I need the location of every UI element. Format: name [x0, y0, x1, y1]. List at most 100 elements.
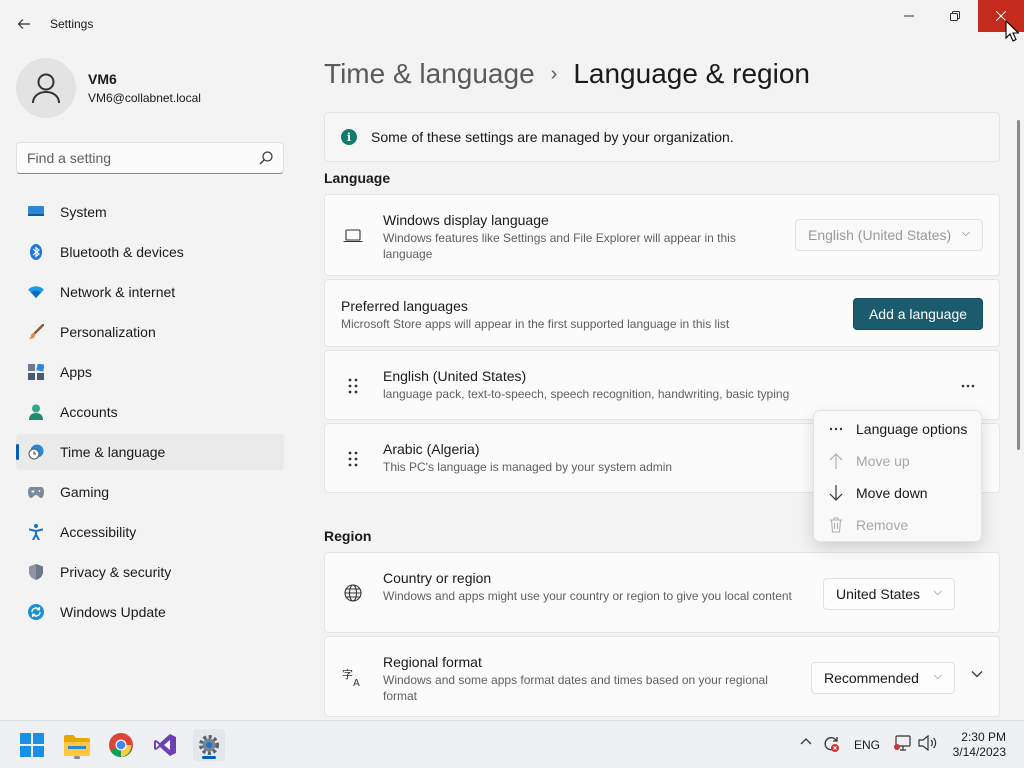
brush-icon [28, 324, 44, 340]
chevron-up-icon [800, 738, 812, 745]
taskbar-visual-studio[interactable] [149, 729, 181, 761]
sidebar-item-label: Time & language [60, 444, 166, 460]
search-box[interactable] [16, 142, 284, 174]
sidebar-item-label: Personalization [60, 324, 156, 340]
trash-icon [826, 517, 846, 533]
language-format-icon: 字A [341, 665, 365, 689]
sidebar-item-apps[interactable]: Apps [16, 354, 284, 390]
person-icon [32, 73, 60, 104]
taskbar: ENG 2:30 PM 3/14/2023 [0, 720, 1024, 768]
menu-item-label: Language options [856, 421, 968, 437]
system-clock[interactable]: 2:30 PM 3/14/2023 [953, 730, 1006, 760]
restore-button[interactable] [932, 0, 978, 32]
sync-status-icon[interactable] [822, 735, 840, 753]
preferred-languages-title: Preferred languages [341, 298, 468, 314]
sidebar-item-label: Network & internet [60, 284, 176, 300]
start-button[interactable] [16, 729, 48, 761]
sidebar-item-network[interactable]: Network & internet [16, 274, 284, 310]
regional-format-value: Recommended [824, 670, 919, 686]
sidebar-item-label: Apps [60, 364, 92, 380]
country-region-dropdown[interactable]: United States ⌵ [823, 578, 955, 610]
chevron-down-icon: ⌵ [933, 670, 942, 682]
bluetooth-icon [28, 244, 44, 260]
taskbar-chrome[interactable] [105, 729, 137, 761]
sidebar-item-accounts[interactable]: Accounts [16, 394, 284, 430]
sidebar-item-windows-update[interactable]: Windows Update [16, 594, 284, 630]
taskbar-settings[interactable] [193, 729, 225, 761]
regional-format-dropdown[interactable]: Recommended ⌵ [811, 662, 955, 694]
language-name: English (United States) [383, 368, 527, 384]
visual-studio-icon [154, 734, 176, 756]
folder-icon [64, 735, 90, 756]
network-icon[interactable] [894, 735, 912, 751]
search-icon[interactable] [259, 151, 273, 165]
running-indicator [74, 756, 80, 759]
restore-icon [950, 11, 960, 21]
sidebar-item-personalization[interactable]: Personalization [16, 314, 284, 350]
active-indicator [202, 756, 216, 759]
volume-icon[interactable] [918, 735, 938, 751]
regional-format-title: Regional format [383, 654, 482, 670]
sidebar-item-label: System [60, 204, 107, 220]
sidebar-item-system[interactable]: System [16, 194, 284, 230]
sidebar-item-bluetooth[interactable]: Bluetooth & devices [16, 234, 284, 270]
regional-format-desc: Windows and some apps format dates and t… [383, 673, 768, 703]
svg-text:A: A [353, 678, 360, 687]
managed-info-bar: i Some of these settings are managed by … [324, 112, 1000, 162]
menu-item-label: Move down [856, 485, 928, 501]
menu-item-label: Move up [856, 453, 910, 469]
menu-item-move-up[interactable]: Move up [814, 445, 981, 477]
display-language-title: Windows display language [383, 212, 549, 228]
menu-item-remove[interactable]: Remove [814, 509, 981, 541]
laptop-icon [341, 224, 365, 248]
clock-globe-icon [28, 444, 44, 460]
breadcrumb: Time & language › Language & region [324, 58, 810, 90]
expand-chevron-icon[interactable] [971, 667, 983, 681]
menu-item-language-options[interactable]: Language options [814, 413, 981, 445]
taskbar-file-explorer[interactable] [61, 729, 93, 761]
show-hidden-icons-button[interactable] [800, 737, 812, 745]
language-desc: language pack, text-to-speech, speech re… [383, 387, 790, 401]
search-input[interactable] [17, 143, 247, 173]
drag-handle-icon[interactable] [341, 374, 365, 398]
wifi-icon [28, 284, 44, 300]
menu-item-move-down[interactable]: Move down [814, 477, 981, 509]
more-options-button[interactable] [961, 375, 975, 393]
display-language-dropdown[interactable]: English (United States) ⌵ [795, 219, 983, 251]
back-button[interactable] [10, 10, 38, 38]
info-text: Some of these settings are managed by yo… [371, 129, 734, 145]
windows-logo-icon [20, 733, 44, 757]
breadcrumb-parent-link[interactable]: Time & language [324, 58, 535, 90]
system-icon [28, 204, 44, 220]
user-profile[interactable]: VM6 VM6@collabnet.local [16, 58, 201, 118]
display-language-card: Windows display language Windows feature… [324, 194, 1000, 276]
menu-item-label: Remove [856, 517, 909, 533]
sidebar-item-time-language[interactable]: Time & language [16, 434, 284, 470]
language-context-menu: Language options Move up Move down Remov… [813, 410, 982, 542]
regional-format-card[interactable]: 字A Regional format Windows and some apps… [324, 636, 1000, 717]
country-region-value: United States [836, 586, 921, 602]
minimize-button[interactable] [886, 0, 932, 32]
country-region-desc: Windows and apps might use your country … [383, 589, 792, 603]
profile-name: VM6 [88, 71, 117, 87]
arrow-up-icon [826, 453, 846, 469]
sidebar-item-gaming[interactable]: Gaming [16, 474, 284, 510]
country-region-title: Country or region [383, 570, 492, 586]
drag-handle-icon[interactable] [341, 447, 365, 471]
add-language-button[interactable]: Add a language [853, 298, 983, 330]
sidebar-item-label: Accessibility [60, 524, 137, 540]
accounts-icon [28, 404, 44, 420]
sidebar-item-privacy[interactable]: Privacy & security [16, 554, 284, 590]
page-title: Language & region [573, 58, 810, 89]
country-region-card: Country or region Windows and apps might… [324, 552, 1000, 633]
sidebar-item-label: Privacy & security [60, 564, 172, 580]
language-name: Arabic (Algeria) [383, 441, 480, 457]
input-language-indicator[interactable]: ENG [854, 738, 880, 752]
info-icon: i [341, 129, 357, 145]
arrow-down-icon [826, 485, 846, 501]
section-title-language: Language [324, 170, 391, 186]
shield-icon [28, 564, 44, 580]
scrollbar-thumb[interactable] [1017, 120, 1020, 450]
mouse-cursor-icon [1005, 20, 1019, 42]
sidebar-item-accessibility[interactable]: Accessibility [16, 514, 284, 550]
